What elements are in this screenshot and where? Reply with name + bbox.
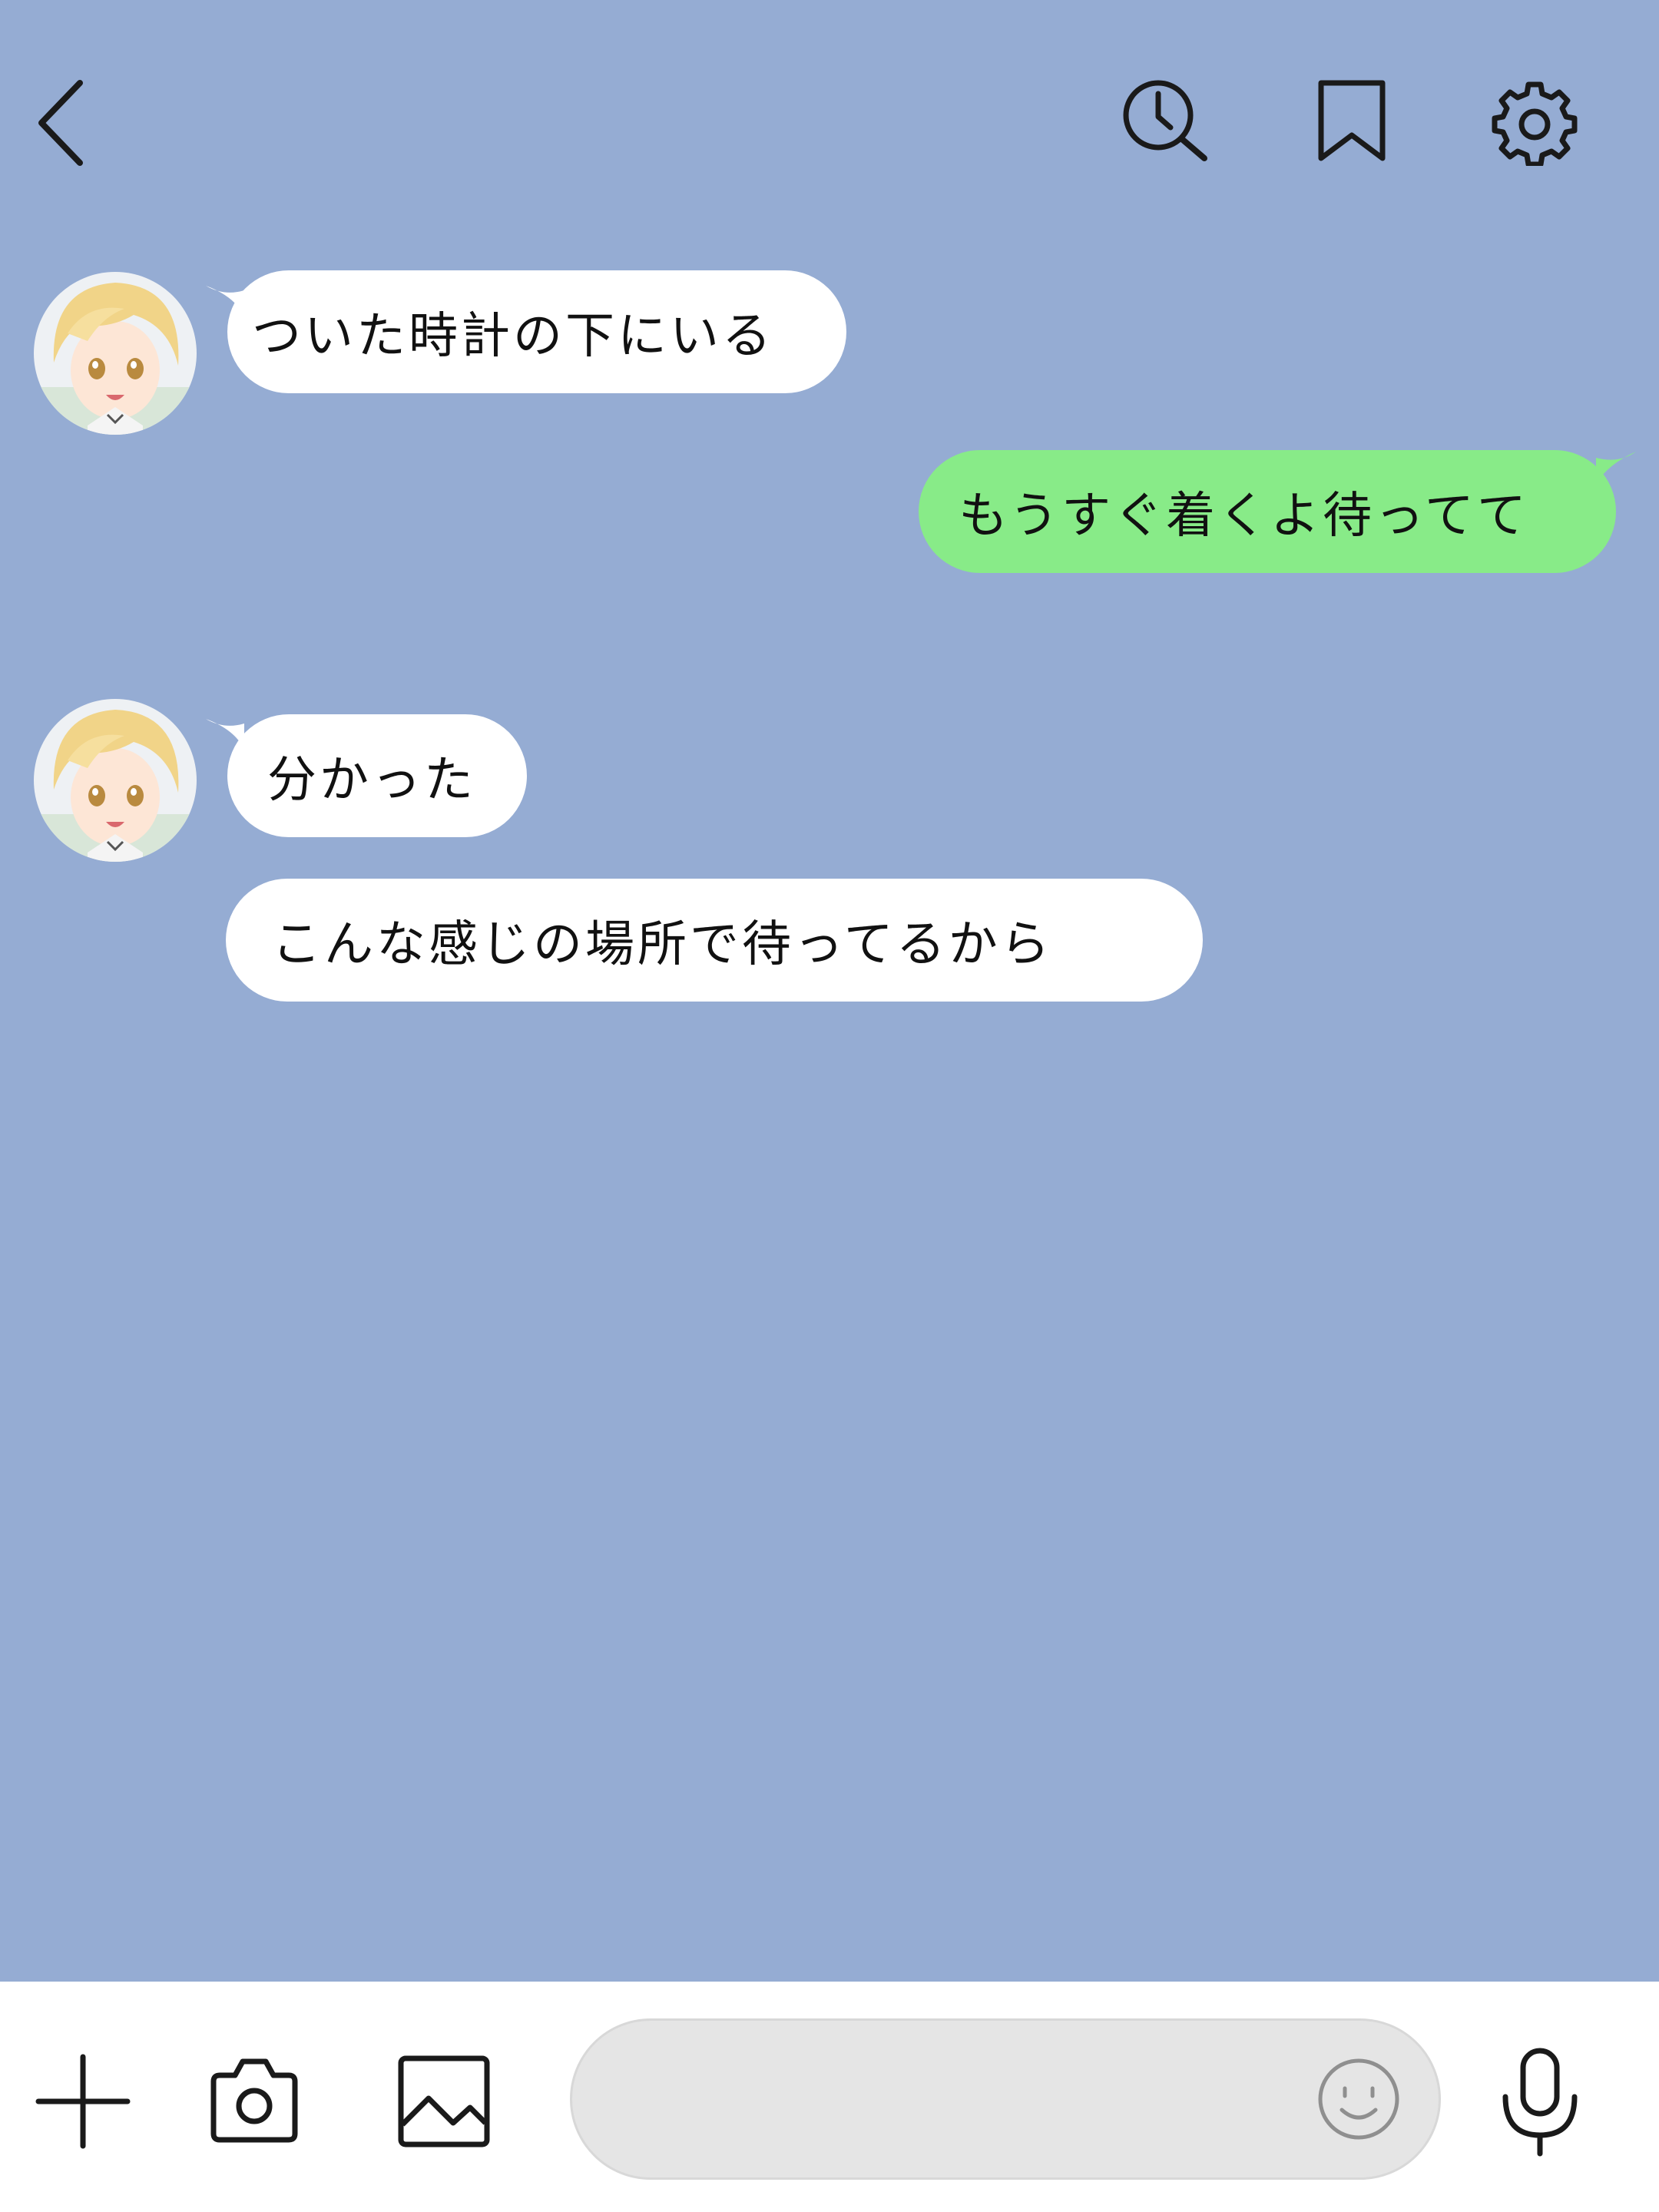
message-bubble-incoming[interactable]: 分かった [227, 714, 527, 837]
message-bubble-outgoing[interactable]: もうすぐ着くよ待ってて [919, 450, 1616, 573]
microphone-icon[interactable] [1498, 2046, 1582, 2158]
bubble-tail [1596, 452, 1636, 484]
chat-messages: ついた時計の下にいる もうすぐ着くよ待ってて 分かった こんな感じの場所で待って… [0, 246, 1659, 1982]
history-search-icon[interactable] [1120, 77, 1212, 163]
bookmark-icon[interactable] [1316, 78, 1387, 164]
message-text: こんな感じの場所で待ってるから [272, 916, 1053, 973]
message-input[interactable] [618, 2021, 1313, 2179]
gear-icon[interactable] [1492, 80, 1578, 166]
message-input-field[interactable] [570, 2018, 1441, 2180]
emoji-icon[interactable] [1316, 2056, 1402, 2142]
avatar[interactable] [34, 272, 197, 435]
message-text: 分かった [267, 752, 476, 809]
chat-header [0, 0, 1659, 246]
plus-icon[interactable] [35, 2054, 131, 2149]
camera-icon[interactable] [207, 2055, 301, 2146]
message-bubble-incoming[interactable]: こんな感じの場所で待ってるから [226, 879, 1203, 1002]
message-bubble-incoming[interactable]: ついた時計の下にいる [227, 270, 846, 393]
avatar[interactable] [34, 699, 197, 862]
message-text: ついた時計の下にいる [252, 308, 774, 365]
image-icon[interactable] [396, 2054, 492, 2149]
message-text: もうすぐ着くよ待ってて [959, 488, 1529, 545]
chevron-left-icon[interactable] [31, 77, 92, 169]
